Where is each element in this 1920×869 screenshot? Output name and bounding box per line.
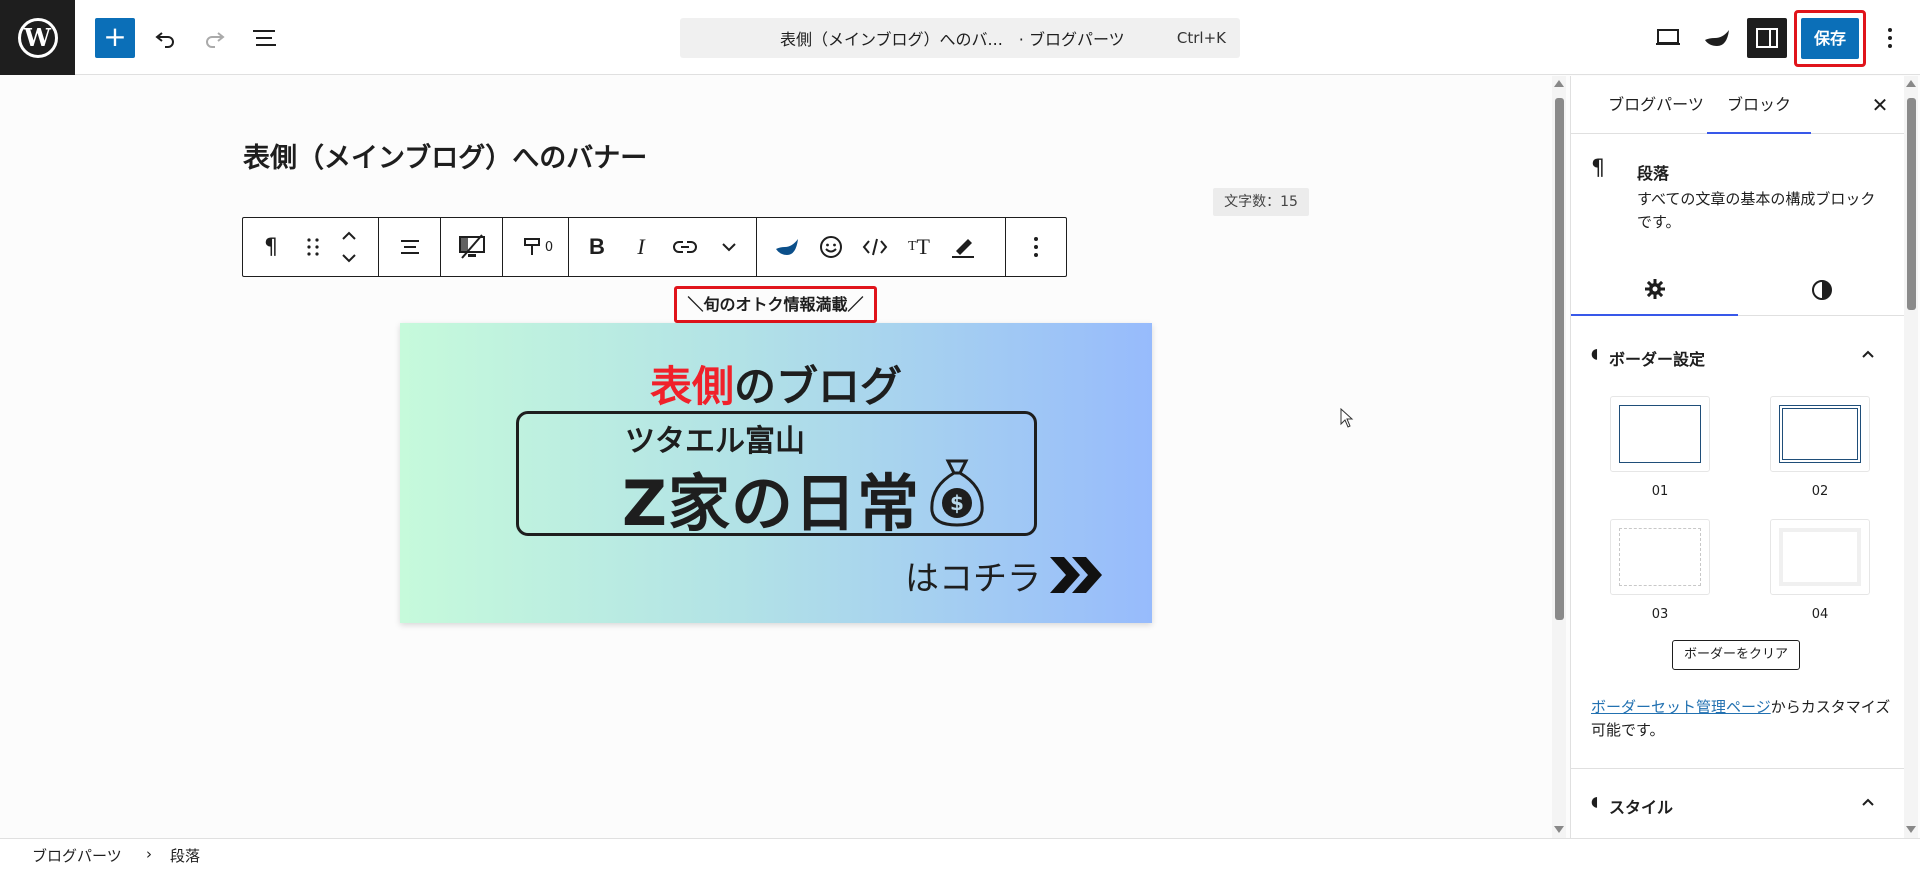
border-settings-title: ボーダー設定: [1609, 350, 1706, 369]
style-panel-header[interactable]: ◖ スタイル: [1571, 776, 1904, 834]
swell-marker-icon[interactable]: [769, 228, 805, 266]
code-icon[interactable]: [857, 228, 893, 266]
breadcrumb: ブログパーツ › 段落: [0, 838, 1920, 869]
save-button[interactable]: 保存: [1801, 18, 1859, 59]
border-option-label: 01: [1651, 484, 1669, 499]
more-options-icon[interactable]: [1872, 18, 1908, 58]
block-toolbar-group-format: B I: [569, 218, 757, 276]
canvas-scrollbar-thumb[interactable]: [1555, 98, 1564, 620]
catch-copy-paragraph[interactable]: ＼旬のオトク情報満載／: [674, 286, 877, 323]
page-title[interactable]: 表側（メインブログ）へのバナー: [243, 136, 647, 175]
bold-icon[interactable]: B: [579, 228, 615, 266]
paragraph-block-icon: ¶: [1591, 156, 1605, 181]
style-brush-icon[interactable]: 0: [515, 228, 561, 266]
breadcrumb-item-paragraph[interactable]: 段落: [170, 845, 200, 866]
breadcrumb-separator-icon: ›: [146, 845, 152, 863]
style-panel-title: スタイル: [1609, 798, 1674, 817]
align-center-icon[interactable]: [392, 228, 428, 266]
canvas-scroll-up-icon[interactable]: [1554, 80, 1564, 87]
tab-settings[interactable]: [1571, 264, 1738, 316]
word-count-badge: 文字数：15: [1213, 188, 1309, 216]
command-palette-bar[interactable]: 表側（メインブログ）へのバ... · ブログパーツ Ctrl+K: [680, 18, 1240, 58]
emoji-icon[interactable]: [813, 228, 849, 266]
block-toolbar-group-style: 0: [503, 218, 569, 276]
block-toolbar-group-type: ¶: [243, 218, 379, 276]
undo-icon[interactable]: [145, 18, 185, 58]
paragraph-icon[interactable]: ¶: [253, 228, 289, 266]
gear-icon: [1644, 279, 1665, 299]
banner-headline: 表側のブログ: [649, 362, 903, 411]
breadcrumb-item-blog-parts[interactable]: ブログパーツ: [32, 845, 122, 866]
document-title-label: 表側（メインブログ）へのバ... · ブログパーツ: [780, 30, 1125, 49]
panel-divider: [1571, 768, 1904, 769]
svg-text:$: $: [950, 491, 964, 515]
border-option-03[interactable]: 03: [1598, 519, 1722, 622]
blog-banner-image[interactable]: 表側のブログ ツタエル富山 Z家の日常 $ はコチラ: [400, 323, 1152, 623]
redo-icon[interactable]: [195, 18, 235, 58]
border-option-04[interactable]: 04: [1758, 519, 1882, 622]
settings-sidebar: ブログパーツ ブロック ✕ ¶ 段落 すべての文章の基本の構成ブロックです。 ◖…: [1570, 76, 1904, 838]
device-visibility-icon[interactable]: [454, 228, 490, 266]
canvas-scroll-down-icon[interactable]: [1554, 826, 1564, 833]
block-toolbar: ¶ 0 B I T T: [242, 217, 1067, 277]
swell-panel-icon: ◖: [1591, 794, 1599, 810]
tab-styles[interactable]: [1738, 264, 1904, 316]
italic-icon[interactable]: I: [623, 228, 659, 266]
swell-theme-icon[interactable]: [1697, 18, 1737, 58]
sidebar-tabs: ブログパーツ ブロック ✕: [1571, 76, 1904, 134]
border-settings-panel-header[interactable]: ◖ ボーダー設定: [1571, 328, 1904, 386]
tab-blog-parts[interactable]: ブログパーツ: [1591, 76, 1721, 134]
contrast-icon: [1811, 280, 1832, 300]
document-overview-icon[interactable]: [245, 18, 285, 58]
block-description: すべての文章の基本の構成ブロックです。: [1637, 190, 1876, 231]
highlighter-icon[interactable]: [945, 228, 981, 266]
money-bag-icon: $: [926, 457, 988, 533]
link-icon[interactable]: [667, 228, 703, 266]
block-name: 段落: [1637, 164, 1670, 183]
swell-panel-icon: ◖: [1591, 346, 1599, 362]
border-option-label: 04: [1811, 607, 1829, 622]
sidebar-scroll-up-icon[interactable]: [1906, 80, 1916, 87]
sidebar-scrollbar-thumb[interactable]: [1907, 98, 1916, 310]
block-inspector-tabs: [1571, 264, 1904, 316]
border-option-01[interactable]: 01: [1598, 396, 1722, 499]
banner-main-text: Z家の日常: [622, 467, 920, 540]
clear-border-button[interactable]: ボーダーをクリア: [1672, 640, 1800, 670]
border-option-02[interactable]: 02: [1758, 396, 1882, 499]
border-manage-note: ボーダーセット管理ページからカスタマイズ可能です。: [1591, 698, 1891, 739]
tab-block[interactable]: ブロック: [1707, 76, 1811, 134]
preview-device-icon[interactable]: [1648, 18, 1688, 58]
block-toolbar-group-device: [441, 218, 503, 276]
border-option-label: 02: [1811, 484, 1829, 499]
style-count: 0: [544, 239, 554, 255]
wordpress-icon: W: [17, 17, 58, 58]
command-shortcut: Ctrl+K: [1176, 29, 1226, 47]
wordpress-logo[interactable]: W: [0, 0, 75, 75]
border-manage-link[interactable]: ボーダーセット管理ページ: [1591, 698, 1771, 716]
settings-sidebar-toggle-icon[interactable]: [1747, 18, 1787, 58]
sidebar-scroll-down-icon[interactable]: [1906, 826, 1916, 833]
more-format-chevron-icon[interactable]: [711, 228, 747, 266]
chevron-up-icon: [1861, 344, 1875, 363]
mouse-cursor-icon: [1340, 407, 1354, 432]
border-option-label: 03: [1651, 607, 1669, 622]
close-icon[interactable]: ✕: [1867, 92, 1893, 118]
block-toolbar-group-swell: TT: [757, 218, 1006, 276]
block-options-icon[interactable]: [1018, 228, 1054, 266]
chevron-up-icon: [1861, 792, 1875, 811]
font-size-icon[interactable]: TT: [901, 228, 937, 266]
banner-cta-text: はコチラ: [905, 559, 1041, 599]
double-chevron-icon: [1048, 553, 1106, 601]
block-toolbar-group-align: [379, 218, 441, 276]
move-up-down-icon[interactable]: [331, 224, 367, 270]
drag-handle-icon[interactable]: [295, 228, 331, 266]
save-button-highlight: 保存: [1794, 10, 1866, 67]
top-toolbar: W + 表側（メインブログ）へのバ... · ブログパーツ Ctrl+K 保存: [0, 0, 1920, 75]
add-block-button[interactable]: +: [95, 18, 135, 58]
